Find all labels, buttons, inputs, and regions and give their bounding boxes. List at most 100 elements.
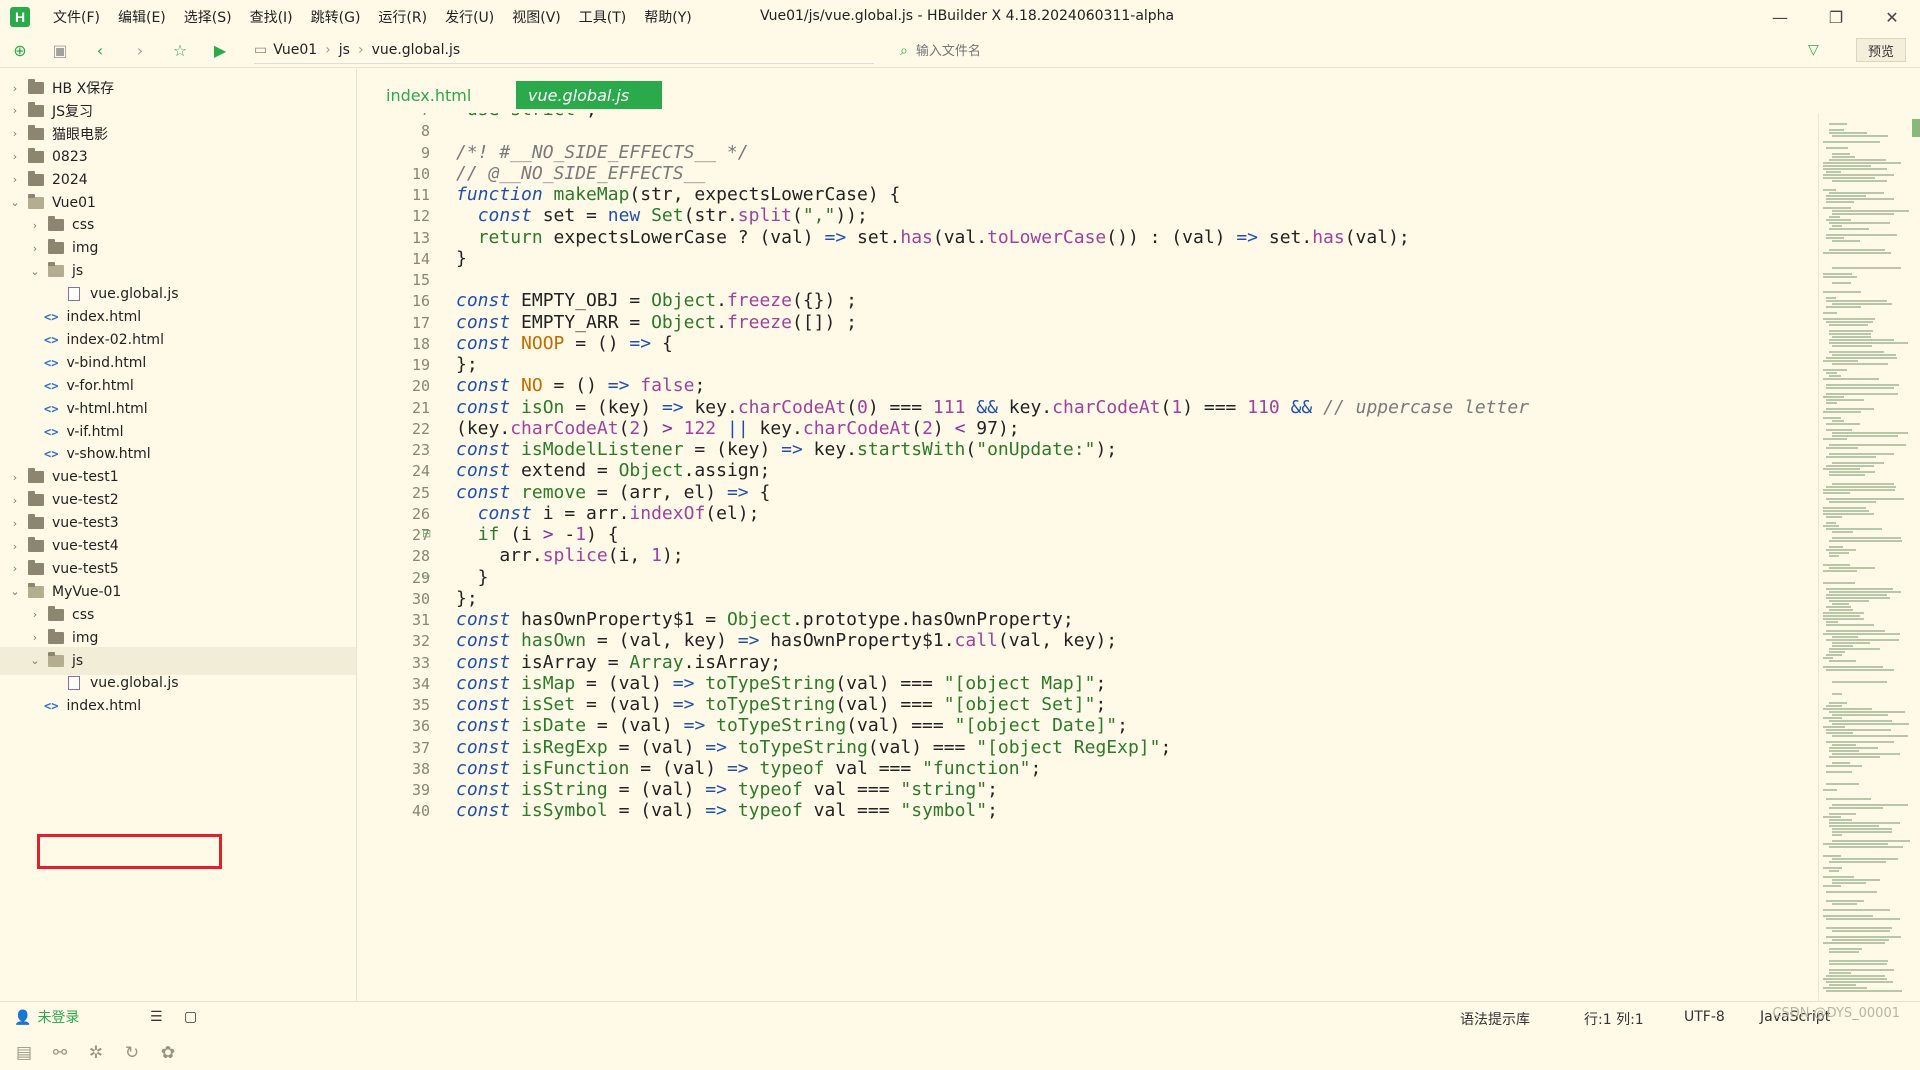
menu-item[interactable]: 跳转(G) bbox=[302, 7, 370, 27]
minimap-line bbox=[1823, 177, 1875, 179]
close-button[interactable]: ✕ bbox=[1864, 0, 1920, 34]
minimap-line bbox=[1829, 861, 1886, 863]
menu-item[interactable]: 编辑(E) bbox=[109, 7, 175, 27]
tree-item-label: index-02.html bbox=[66, 331, 164, 348]
minimap-line bbox=[1832, 483, 1894, 485]
star-icon[interactable]: ☆ bbox=[160, 36, 200, 66]
minimap[interactable] bbox=[1818, 113, 1920, 1001]
tree-item[interactable]: <> index.html bbox=[0, 692, 356, 720]
project-manager-icon[interactable]: ▤ bbox=[6, 1043, 42, 1063]
maximize-button[interactable]: ❐ bbox=[1808, 0, 1864, 34]
chevron-down-icon[interactable]: ⌄ bbox=[28, 265, 42, 278]
menu-item[interactable]: 文件(F) bbox=[44, 7, 109, 27]
minimap-scroll-thumb[interactable] bbox=[1912, 119, 1920, 137]
breadcrumb-item[interactable]: js bbox=[339, 42, 350, 58]
menu-item[interactable]: 视图(V) bbox=[503, 7, 570, 27]
chevron-right-icon[interactable]: › bbox=[8, 540, 22, 553]
filter-icon[interactable]: ▽ bbox=[1808, 42, 1819, 58]
code-line[interactable]: const isSymbol = (val) => typeof val ===… bbox=[456, 798, 998, 824]
minimap-line bbox=[1826, 621, 1838, 623]
chevron-right-icon[interactable]: › bbox=[28, 608, 42, 621]
list-icon[interactable]: ☰ bbox=[150, 1009, 163, 1025]
tree-item-label: vue-test3 bbox=[52, 515, 119, 532]
minimap-line bbox=[1832, 804, 1908, 806]
chevron-right-icon[interactable]: › bbox=[8, 82, 22, 95]
html-file-icon: <> bbox=[44, 310, 59, 324]
file-search-input[interactable] bbox=[915, 43, 1716, 59]
chevron-down-icon[interactable]: ⌄ bbox=[8, 585, 22, 598]
minimap-line bbox=[1832, 336, 1871, 338]
minimap-line bbox=[1826, 384, 1899, 386]
preview-button[interactable]: 预览 bbox=[1856, 38, 1906, 62]
menu-item[interactable]: 运行(R) bbox=[369, 7, 436, 27]
chevron-down-icon[interactable]: ⌄ bbox=[8, 196, 22, 209]
terminal-icon[interactable]: ▢ bbox=[184, 1009, 197, 1025]
chevron-right-icon[interactable]: › bbox=[8, 517, 22, 530]
menu-item[interactable]: 帮助(Y) bbox=[635, 7, 700, 27]
code-line[interactable]: arr.splice(i, 1); bbox=[456, 543, 683, 569]
minimap-line bbox=[1826, 234, 1897, 236]
tab-vue-global-js[interactable]: vue.global.js bbox=[516, 81, 662, 109]
tree-item-label: 猫眼电影 bbox=[52, 126, 108, 143]
breadcrumb-separator: › bbox=[325, 42, 331, 58]
login-status[interactable]: 👤 未登录 bbox=[14, 1007, 79, 1027]
chevron-right-icon[interactable]: › bbox=[8, 471, 22, 484]
html-file-icon: <> bbox=[44, 699, 59, 714]
cursor-position[interactable]: 行:1 列:1 bbox=[1584, 1009, 1644, 1029]
chevron-right-icon[interactable]: › bbox=[8, 104, 22, 117]
minimize-button[interactable]: — bbox=[1752, 0, 1808, 34]
new-file-icon[interactable]: ⊕ bbox=[0, 36, 40, 66]
menu-item[interactable]: 工具(T) bbox=[570, 7, 635, 27]
minimap-line bbox=[1829, 132, 1867, 134]
minimap-line bbox=[1832, 930, 1890, 932]
forward-arrow-icon[interactable]: › bbox=[120, 36, 160, 66]
menu-item[interactable]: 发行(U) bbox=[436, 7, 503, 27]
chevron-right-icon[interactable]: › bbox=[28, 219, 42, 232]
save-icon[interactable]: ▣ bbox=[40, 36, 80, 66]
minimap-line bbox=[1823, 318, 1875, 320]
menu-item[interactable]: 查找(I) bbox=[241, 7, 302, 27]
chevron-right-icon[interactable]: › bbox=[8, 173, 22, 186]
chevron-right-icon[interactable]: › bbox=[28, 631, 42, 644]
minimap-line bbox=[1829, 600, 1869, 602]
code-line[interactable]: } bbox=[456, 246, 467, 272]
minimap-line bbox=[1832, 636, 1858, 638]
breadcrumb-item[interactable]: vue.global.js bbox=[372, 42, 461, 58]
palette-icon[interactable]: ✿ bbox=[150, 1043, 186, 1063]
tab-index-html[interactable]: index.html bbox=[374, 81, 483, 109]
binoculars-icon[interactable]: ⚯ bbox=[42, 1043, 78, 1063]
chevron-right-icon[interactable]: › bbox=[8, 494, 22, 507]
code-line[interactable]: const NOOP = () => { bbox=[456, 331, 673, 357]
code-editor[interactable]: 789101112131415161718192021222324252627⊟… bbox=[358, 113, 1818, 1001]
folder-icon bbox=[28, 537, 44, 552]
file-encoding[interactable]: UTF-8 bbox=[1684, 1009, 1725, 1025]
fold-toggle-icon[interactable]: ⌐ bbox=[422, 570, 431, 583]
code-line[interactable]: return expectsLowerCase ? (val) => set.h… bbox=[456, 225, 1410, 251]
folder-icon bbox=[48, 651, 64, 667]
chevron-right-icon[interactable]: › bbox=[28, 242, 42, 255]
bug-icon[interactable]: ✲ bbox=[78, 1043, 114, 1063]
refresh-icon[interactable]: ↻ bbox=[114, 1043, 150, 1063]
syntax-library[interactable]: 语法提示库 bbox=[1460, 1009, 1530, 1029]
menu-item[interactable]: 选择(S) bbox=[175, 7, 241, 27]
chevron-right-icon[interactable]: › bbox=[8, 127, 22, 140]
code-line[interactable]: 'use strict'; bbox=[456, 113, 597, 123]
minimap-line bbox=[1823, 816, 1841, 818]
folder-icon bbox=[28, 491, 44, 507]
tree-item-label: MyVue-01 bbox=[52, 583, 122, 600]
breadcrumb-item[interactable]: Vue01 bbox=[273, 42, 317, 58]
run-icon[interactable]: ▶ bbox=[200, 36, 240, 66]
minimap-line bbox=[1823, 489, 1895, 491]
minimap-line bbox=[1823, 657, 1833, 659]
minimap-line bbox=[1829, 540, 1902, 542]
chevron-right-icon[interactable]: › bbox=[8, 562, 22, 575]
minimap-line bbox=[1823, 915, 1873, 917]
folder-icon bbox=[28, 559, 44, 575]
chevron-down-icon[interactable]: ⌄ bbox=[28, 654, 42, 667]
chevron-right-icon[interactable]: › bbox=[8, 150, 22, 163]
back-arrow-icon[interactable]: ‹ bbox=[80, 36, 120, 66]
fold-toggle-icon[interactable]: ⊟ bbox=[422, 527, 431, 540]
tree-item-label: vue-test4 bbox=[52, 538, 119, 554]
minimap-line bbox=[1829, 951, 1859, 953]
minimap-line bbox=[1823, 618, 1864, 620]
